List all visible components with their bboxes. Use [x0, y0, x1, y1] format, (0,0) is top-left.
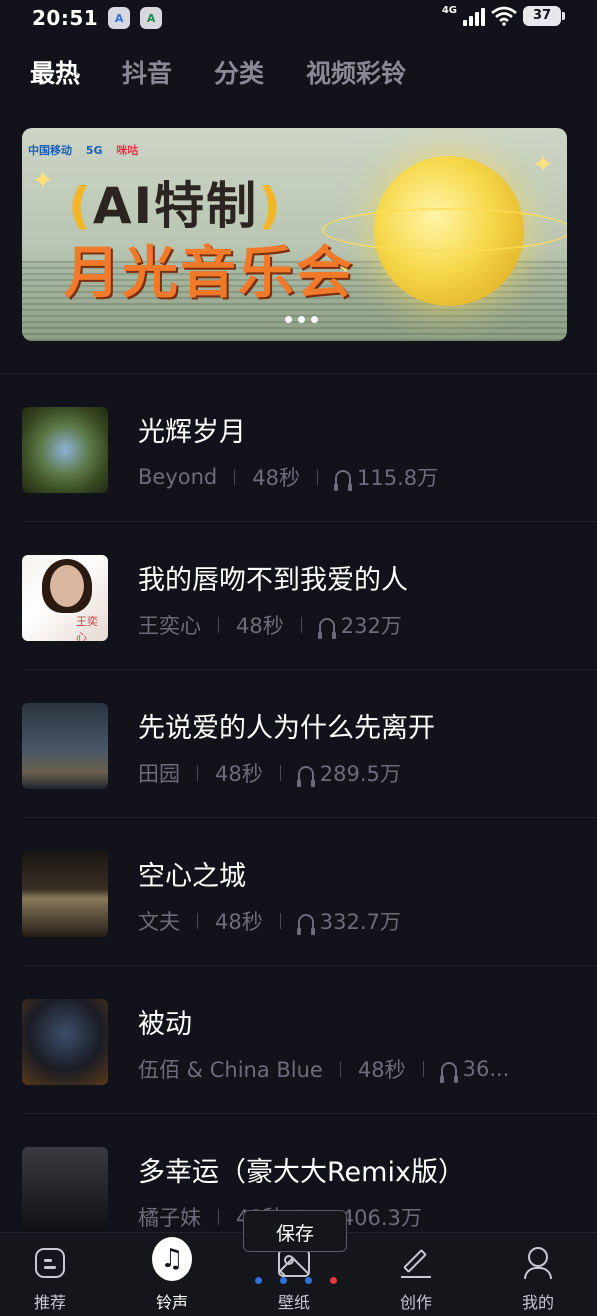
status-time: 20:51 — [32, 6, 99, 30]
tab-douyin[interactable]: 抖音 — [122, 54, 172, 90]
song-plays: 406.3万 — [340, 1206, 422, 1230]
song-duration: 48秒 — [215, 910, 263, 934]
tab-hottest[interactable]: 最热 — [30, 54, 80, 90]
headphones-icon — [296, 766, 315, 787]
brand-carrier: 中国移动 — [28, 144, 72, 157]
banner-brand: 中国移动 5G 咪咕 — [28, 142, 138, 158]
song-title: 光辉岁月 — [138, 417, 246, 448]
promo-banner[interactable]: ✦ ✦ ✦ 中国移动 5G 咪咕 (AI特制) 月光音乐会 — [22, 128, 567, 341]
nav-create[interactable]: 创作 — [356, 1233, 476, 1316]
song-item[interactable]: 空心之城 文夫 48秒 332.7万 — [0, 818, 597, 966]
network-type: 4G — [441, 4, 457, 16]
banner-page-dots — [285, 316, 318, 323]
song-item[interactable]: 先说爱的人为什么先离开 田园 48秒 289.5万 — [0, 670, 597, 818]
nav-mine[interactable]: 我的 — [478, 1233, 597, 1316]
maps-app-icon: A — [108, 7, 131, 29]
song-plays: 232万 — [340, 614, 402, 638]
song-item[interactable]: 王奕心 我的唇吻不到我爱的人 王奕心 48秒 232万 — [0, 522, 597, 670]
notification-app-icon: A — [140, 7, 163, 29]
song-cover — [22, 703, 108, 789]
status-indicators: 4G 37 — [441, 4, 565, 26]
moon-ring — [322, 208, 567, 252]
song-duration: 48秒 — [357, 1058, 406, 1082]
sparkle-icon: ✦ — [32, 166, 54, 196]
song-meta: 伍佰 & China Blue 48秒 36... — [138, 1054, 509, 1084]
headphones-icon — [317, 618, 336, 639]
nav-ringtone[interactable]: ♫ 铃声 — [112, 1233, 232, 1316]
nav-label: 创作 — [399, 1293, 432, 1312]
headphones-icon — [296, 914, 315, 935]
nav-label: 铃声 — [155, 1293, 188, 1312]
song-title: 空心之城 — [138, 861, 246, 892]
song-plays: 289.5万 — [319, 762, 401, 786]
recommend-icon — [35, 1248, 65, 1278]
song-artist: 伍佰 & China Blue — [138, 1058, 323, 1082]
song-title: 我的唇吻不到我爱的人 — [138, 565, 408, 596]
nav-recommend[interactable]: 推荐 — [0, 1233, 110, 1316]
category-tabs: 最热 抖音 分类 视频彩铃 — [30, 52, 448, 92]
song-cover — [22, 999, 108, 1085]
song-artist: 文夫 — [138, 910, 180, 934]
song-plays: 115.8万 — [356, 466, 439, 490]
brand-5g: 5G — [85, 144, 103, 157]
cover-artist-label: 王奕心 — [76, 615, 98, 641]
nav-label: 壁纸 — [277, 1293, 310, 1312]
song-meta: 文夫 48秒 332.7万 — [138, 906, 401, 936]
song-plays: 332.7万 — [319, 910, 401, 934]
headphones-icon — [333, 470, 352, 491]
song-artist: 橘子妹 — [138, 1206, 201, 1230]
brand-migu: 咪咕 — [116, 144, 139, 157]
song-duration: 48秒 — [252, 466, 300, 490]
song-title: 先说爱的人为什么先离开 — [138, 713, 435, 744]
song-plays: 36... — [462, 1057, 510, 1081]
song-meta: 田园 48秒 289.5万 — [138, 758, 401, 788]
tab-category[interactable]: 分类 — [214, 54, 264, 90]
song-meta: 王奕心 48秒 232万 — [138, 610, 402, 640]
nav-label: 推荐 — [33, 1293, 66, 1312]
signal-icon — [463, 6, 485, 26]
song-title: 被动 — [138, 1009, 192, 1040]
song-cover: 王奕心 — [22, 555, 108, 641]
wifi-icon — [491, 6, 517, 26]
song-artist: 田园 — [138, 762, 180, 786]
pen-icon — [401, 1248, 431, 1278]
song-artist: 王奕心 — [138, 614, 201, 638]
music-note-icon: ♫ — [152, 1237, 192, 1281]
tab-video-ringtone[interactable]: 视频彩铃 — [306, 54, 406, 90]
sparkle-icon: ✦ — [532, 150, 554, 180]
song-duration: 48秒 — [215, 762, 263, 786]
loading-dots — [255, 1277, 337, 1284]
nav-label: 我的 — [521, 1293, 554, 1312]
status-bar: 20:51 A A 4G 37 — [0, 0, 597, 36]
song-cover — [22, 1147, 108, 1233]
song-duration: 48秒 — [236, 614, 284, 638]
song-cover — [22, 407, 108, 493]
song-title: 多幸运（豪大大Remix版） — [138, 1157, 465, 1188]
save-tooltip[interactable]: 保存 — [243, 1210, 347, 1252]
wallpaper-icon — [278, 1249, 310, 1277]
song-cover — [22, 851, 108, 937]
banner-title-line2: 月光音乐会 — [64, 241, 354, 306]
user-icon — [523, 1247, 553, 1279]
song-item[interactable]: 被动 伍佰 & China Blue 48秒 36... — [0, 966, 597, 1114]
song-artist: Beyond — [138, 465, 218, 489]
battery-icon: 37 — [523, 6, 565, 26]
song-meta: Beyond 48秒 115.8万 — [138, 462, 438, 492]
song-item[interactable]: 光辉岁月 Beyond 48秒 115.8万 — [0, 374, 597, 522]
headphones-icon — [439, 1062, 458, 1083]
